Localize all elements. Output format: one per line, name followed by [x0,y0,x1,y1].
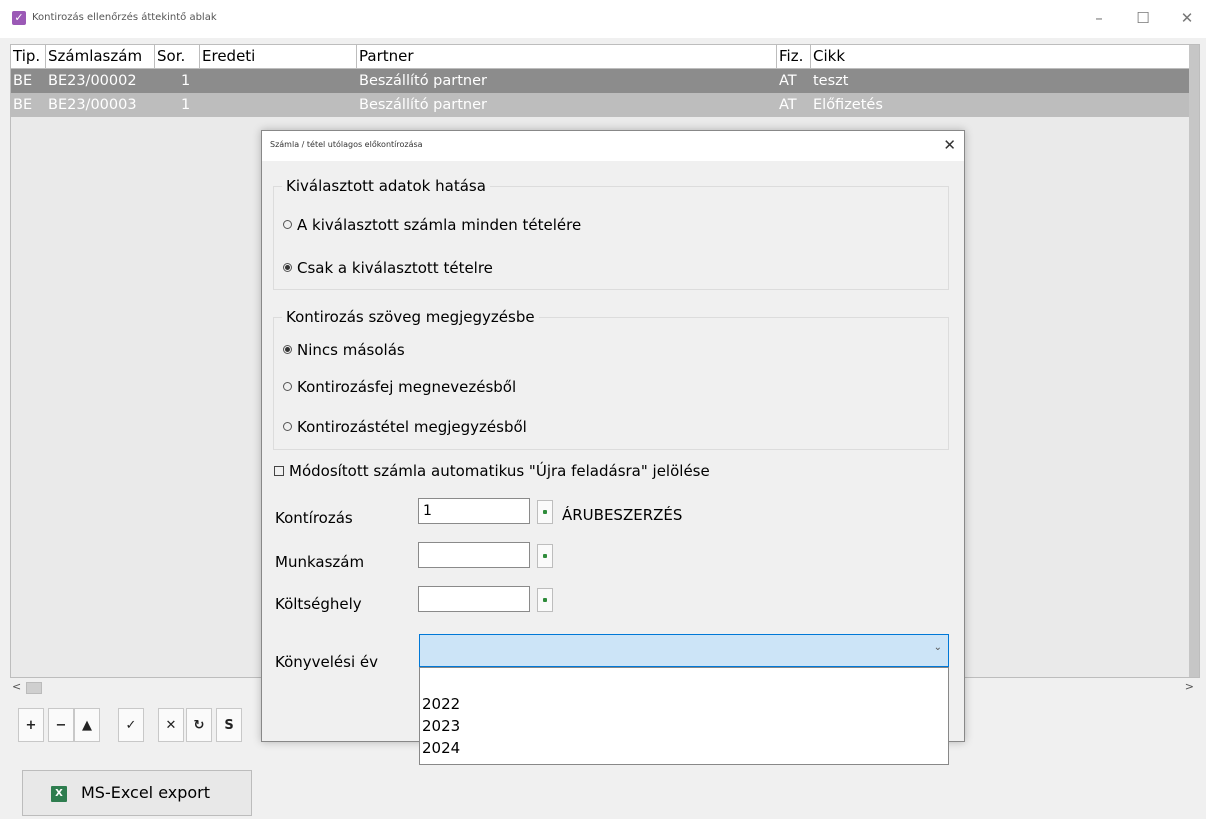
year-option-2023[interactable]: 2023 [422,716,460,736]
koltseghely-lookup-button[interactable] [537,588,553,612]
radio-from-item-control[interactable] [283,422,292,431]
effect-group-title: Kiválasztott adatok hatása [282,176,490,196]
radio-from-item-label: Kontirozástétel megjegyzésből [297,418,527,436]
kontirozas-lookup-text: ÁRUBESZERZÉS [562,506,683,524]
year-option-2022[interactable]: 2022 [422,694,460,714]
cell-szamlaszam: BE23/00003 [48,97,137,113]
excel-export-label: MS-Excel export [81,783,211,802]
excel-icon: X [51,786,67,802]
radio-from-item[interactable]: Kontirozástétel megjegyzésből [283,416,527,438]
col-header-cikk[interactable]: Cikk [811,45,1189,68]
year-dropdown-list[interactable]: 2022 2023 2024 [419,667,949,765]
cell-partner: Beszállító partner [359,97,487,113]
col-header-eredeti[interactable]: Eredeti [200,45,357,68]
cell-cikk: teszt [813,73,849,89]
scroll-thumb[interactable] [26,682,42,694]
radio-all-items-control[interactable] [283,220,292,229]
app-check-icon: ✓ [12,11,26,25]
window-close-button[interactable]: ✕ [1172,8,1202,28]
radio-no-copy[interactable]: Nincs másolás [283,339,405,361]
dialog-title: Számla / tétel utólagos előkontírozása [270,140,423,149]
resubmit-checkbox-row[interactable]: Módosított számla automatikus "Újra fela… [274,460,710,482]
konyvelesi-ev-select[interactable]: ⌄ [419,634,949,667]
col-header-sor[interactable]: Sor. [155,45,200,68]
excel-export-button[interactable]: X MS-Excel export [22,770,252,816]
koltseghely-input[interactable] [418,586,530,612]
minimize-button[interactable]: – [1084,8,1114,28]
cell-fiz: AT [779,73,797,89]
dialog-titlebar: Számla / tétel utólagos előkontírozása ✕ [262,131,964,161]
radio-from-header-control[interactable] [283,382,292,391]
table-row[interactable]: BE BE23/00002 1 Beszállító partner AT te… [11,69,1199,93]
cell-partner: Beszállító partner [359,73,487,89]
radio-selected-item-label: Csak a kiválasztott tételre [297,259,493,277]
radio-all-items[interactable]: A kiválasztott számla minden tételére [283,214,581,236]
delete-record-button[interactable]: − [48,708,74,742]
cell-tip: BE [13,97,33,113]
radio-no-copy-label: Nincs másolás [297,341,405,359]
munkaszam-label: Munkaszám [275,553,365,571]
resubmit-checkbox-label: Módosított számla automatikus "Újra fela… [289,462,710,480]
s-button[interactable]: S [216,708,242,742]
cell-eredeti [200,69,357,93]
kontirozas-input[interactable]: 1 [418,498,530,524]
col-header-tip[interactable]: Tip. [11,45,46,68]
scroll-left-icon[interactable]: < [12,680,21,694]
cancel-record-button[interactable]: ✕ [158,708,184,742]
window-titlebar: ✓ Kontirozás ellenőrzés áttekintő ablak … [0,0,1206,38]
dialog-close-button[interactable]: ✕ [943,135,956,155]
col-header-partner[interactable]: Partner [357,45,777,68]
col-header-fiz[interactable]: Fiz. [777,45,811,68]
add-record-button[interactable]: + [18,708,44,742]
munkaszam-input[interactable] [418,542,530,568]
chevron-down-icon[interactable]: ⌄ [934,642,942,653]
kontirozas-lookup-button[interactable] [537,500,553,524]
radio-from-header-label: Kontirozásfej megnevezésből [297,378,517,396]
radio-from-header[interactable]: Kontirozásfej megnevezésből [283,376,516,398]
cell-cikk: Előfizetés [813,97,883,113]
cell-szamlaszam: BE23/00002 [48,73,137,89]
radio-no-copy-control[interactable] [283,345,292,354]
radio-selected-item-control[interactable] [283,263,292,272]
koltseghely-label: Költséghely [275,595,362,613]
cell-tip: BE [13,73,33,89]
col-header-szamlaszam[interactable]: Számlaszám [46,45,155,68]
kontirozas-label: Kontírozás [275,509,353,527]
scroll-right-icon[interactable]: > [1185,680,1194,694]
refresh-button[interactable]: ↻ [186,708,212,742]
cell-eredeti [200,93,357,117]
year-option-2024[interactable]: 2024 [422,738,460,758]
grid-vertical-scrollbar[interactable] [1189,45,1199,677]
resubmit-checkbox[interactable] [274,465,284,476]
cell-sor: 1 [181,97,191,113]
text-copy-group-title: Kontirozás szöveg megjegyzésbe [282,307,539,327]
radio-selected-item[interactable]: Csak a kiválasztott tételre [283,257,493,279]
radio-all-items-label: A kiválasztott számla minden tételére [297,216,582,234]
munkaszam-lookup-button[interactable] [537,544,553,568]
grid-header: Tip. Számlaszám Sor. Eredeti Partner Fiz… [11,45,1199,69]
post-record-button[interactable]: ✓ [118,708,144,742]
window-title: Kontirozás ellenőrzés áttekintő ablak [32,12,217,23]
konyvelesi-ev-label: Könyvelési év [275,653,379,671]
maximize-button[interactable]: ☐ [1128,8,1158,28]
cell-sor: 1 [181,73,191,89]
edit-record-button[interactable]: ▲ [74,708,100,742]
cell-fiz: AT [779,97,797,113]
table-row[interactable]: BE BE23/00003 1 Beszállító partner AT El… [11,93,1199,117]
